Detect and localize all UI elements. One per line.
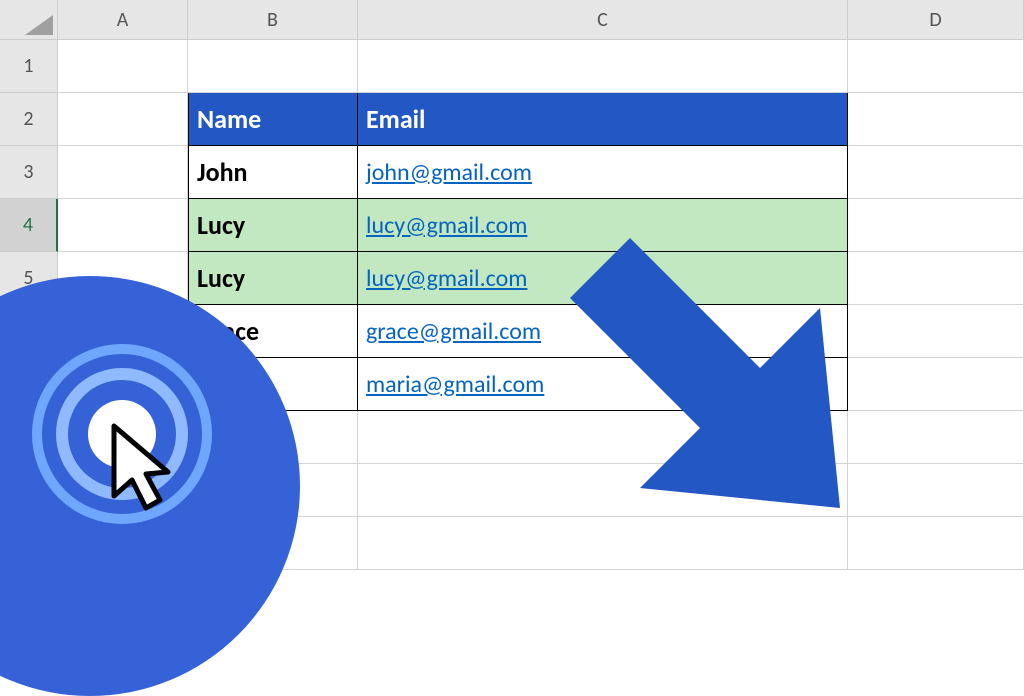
cell-C8[interactable] (358, 411, 848, 464)
cell-B2-header-name[interactable]: Name (188, 93, 358, 146)
cell-D4[interactable] (848, 199, 1024, 252)
column-header-A[interactable]: A (58, 0, 188, 40)
row-header-3[interactable]: 3 (0, 146, 58, 199)
cell-C7-email[interactable]: maria@gmail.com (358, 358, 848, 411)
cell-C1[interactable] (358, 40, 848, 93)
cell-D1[interactable] (848, 40, 1024, 93)
cell-A3[interactable] (58, 146, 188, 199)
cell-D6[interactable] (848, 305, 1024, 358)
cell-B1[interactable] (188, 40, 358, 93)
brand-cursor-icon (22, 334, 242, 554)
cell-B4-name[interactable]: Lucy (188, 199, 358, 252)
row-header-2[interactable]: 2 (0, 93, 58, 146)
email-link[interactable]: maria@gmail.com (366, 370, 544, 399)
email-link[interactable]: lucy@gmail.com (366, 264, 527, 293)
cell-C9[interactable] (358, 464, 848, 517)
spreadsheet: A B C D 1 2 3 4 5 6 7 8 9 10 Name Email (0, 0, 1024, 576)
email-link[interactable]: lucy@gmail.com (366, 211, 527, 240)
cell-C6-email[interactable]: grace@gmail.com (358, 305, 848, 358)
cell-A2[interactable] (58, 93, 188, 146)
cell-C10[interactable] (358, 517, 848, 570)
email-link[interactable]: grace@gmail.com (366, 317, 541, 346)
row-header-4[interactable]: 4 (0, 199, 58, 252)
cell-D5[interactable] (848, 252, 1024, 305)
column-header-D[interactable]: D (848, 0, 1024, 40)
select-all-corner[interactable] (0, 0, 58, 40)
cell-C3-email[interactable]: john@gmail.com (358, 146, 848, 199)
cell-A1[interactable] (58, 40, 188, 93)
cell-B5-name[interactable]: Lucy (188, 252, 358, 305)
row-header-1[interactable]: 1 (0, 40, 58, 93)
cell-D2[interactable] (848, 93, 1024, 146)
cell-D8[interactable] (848, 411, 1024, 464)
cell-C2-header-email[interactable]: Email (358, 93, 848, 146)
cell-C4-email[interactable]: lucy@gmail.com (358, 199, 848, 252)
cell-B3-name[interactable]: John (188, 146, 358, 199)
cell-A4[interactable] (58, 199, 188, 252)
email-link[interactable]: john@gmail.com (366, 158, 532, 187)
cell-D3[interactable] (848, 146, 1024, 199)
cell-C5-email[interactable]: lucy@gmail.com (358, 252, 848, 305)
column-header-C[interactable]: C (358, 0, 848, 40)
cell-D7[interactable] (848, 358, 1024, 411)
column-header-B[interactable]: B (188, 0, 358, 40)
cell-D10[interactable] (848, 517, 1024, 570)
cell-D9[interactable] (848, 464, 1024, 517)
column-headers: A B C D (0, 0, 1024, 40)
